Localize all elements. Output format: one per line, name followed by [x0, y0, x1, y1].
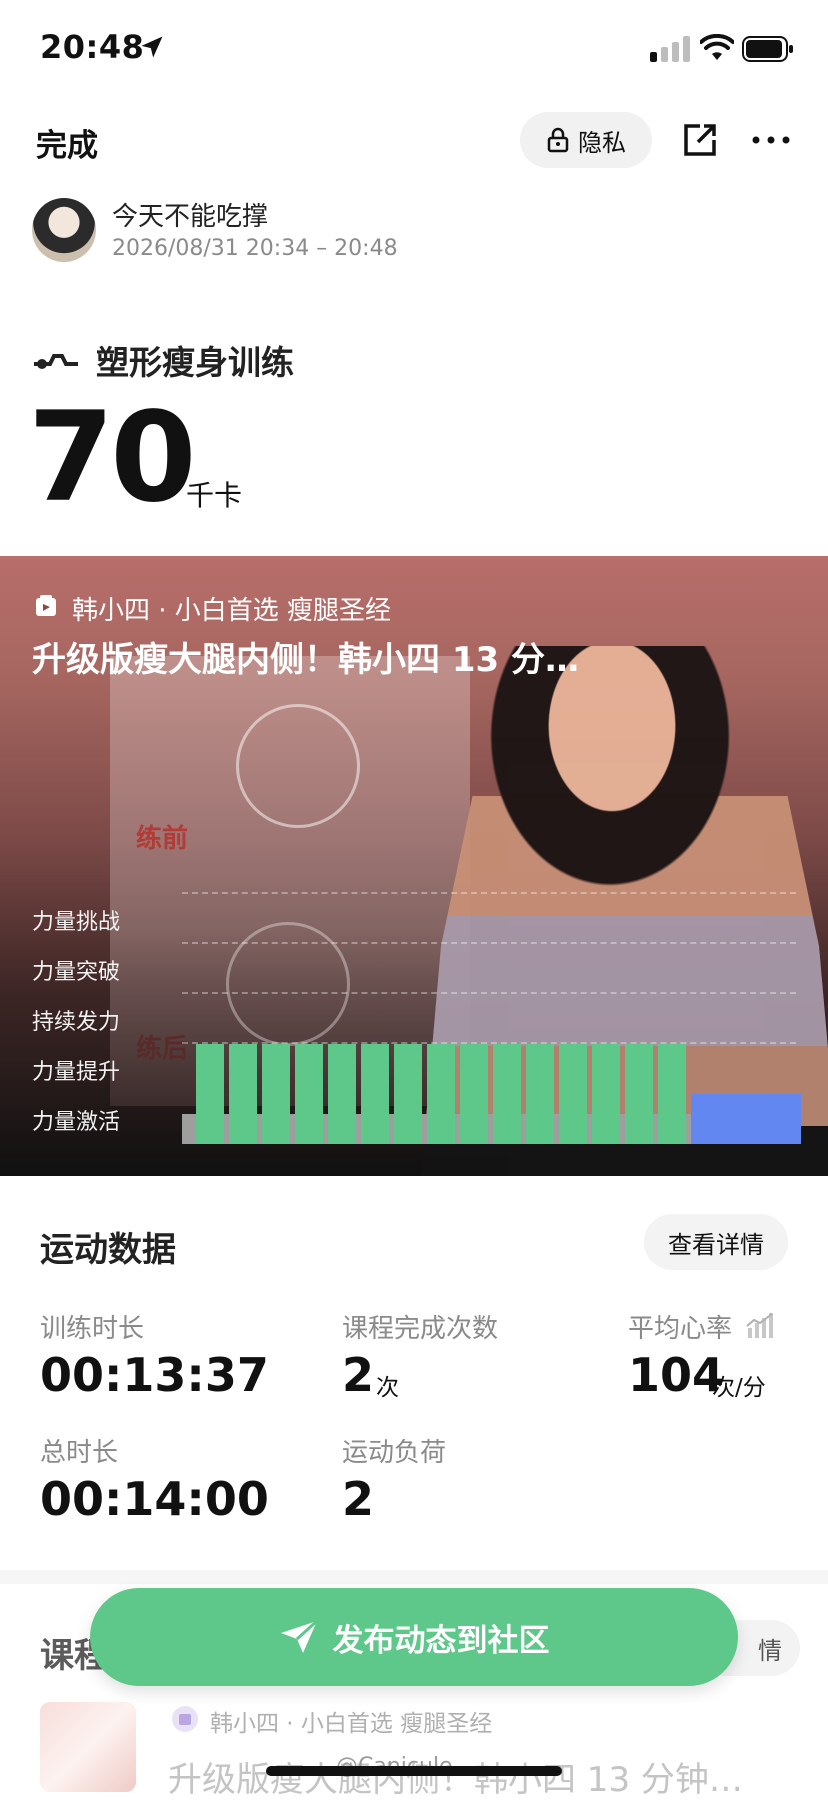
intensity-baseline — [182, 1114, 796, 1144]
privacy-label: 隐私 — [578, 128, 626, 157]
home-indicator[interactable] — [266, 1766, 562, 1776]
share-icon[interactable] — [680, 120, 720, 160]
cellular-signal-icon — [650, 36, 690, 62]
stat-value-total-duration: 00:14:00 — [40, 1472, 269, 1526]
course-list-title[interactable]: 升级版瘦大腿内侧！韩小四 13 分钟… — [168, 1752, 768, 1801]
heart-rate-chart-icon — [746, 1313, 773, 1338]
status-time: 20:48 — [40, 28, 145, 66]
level-label-activate: 力量激活 — [32, 1110, 121, 1135]
course-icon — [172, 1706, 198, 1732]
measuring-tape-after — [226, 922, 350, 1046]
stat-value-exercise-load: 2 — [342, 1472, 375, 1526]
battery-icon — [742, 36, 793, 62]
level-gridline — [182, 1042, 796, 1044]
stat-value-avg-heart-rate: 104 — [628, 1348, 725, 1402]
view-details-button[interactable]: 查看详情 — [644, 1214, 788, 1270]
course-meta: 韩小四 · 小白首选 瘦腿圣经 — [72, 596, 392, 626]
course-icon — [36, 595, 56, 616]
done-button[interactable]: 完成 — [36, 120, 98, 165]
send-icon — [280, 1619, 318, 1653]
level-label-challenge: 力量挑战 — [32, 910, 121, 935]
activity-name: 塑形瘦身训练 — [96, 343, 294, 382]
stat-unit-completions: 次 — [376, 1375, 399, 1401]
wifi-icon — [700, 34, 734, 60]
stat-unit-avg-heart-rate: 次/分 — [712, 1375, 766, 1401]
stats-title: 运动数据 — [40, 1230, 176, 1270]
stat-label-completions: 课程完成次数 — [342, 1314, 499, 1344]
stat-label-total-duration: 总时长 — [40, 1438, 119, 1468]
calories-value: 70 — [28, 386, 197, 530]
level-gridline — [182, 942, 796, 944]
stat-label-avg-heart-rate: 平均心率 — [628, 1314, 733, 1344]
before-label: 练前 — [136, 824, 189, 854]
level-label-sustained: 持续发力 — [32, 1010, 121, 1035]
avatar[interactable] — [32, 198, 96, 262]
lock-icon — [547, 127, 569, 153]
calories-unit: 千卡 — [186, 479, 243, 512]
location-arrow-icon — [141, 36, 163, 58]
course-thumbnail[interactable] — [40, 1702, 136, 1792]
stat-label-exercise-load: 运动负荷 — [342, 1438, 447, 1468]
level-label-breakthrough: 力量突破 — [32, 960, 121, 985]
course-list-meta: 韩小四 · 小白首选 瘦腿圣经 — [210, 1711, 493, 1737]
course-title[interactable]: 升级版瘦大腿内侧！韩小四 13 分… — [32, 632, 579, 681]
level-label-boost: 力量提升 — [32, 1060, 121, 1085]
publish-label: 发布动态到社区 — [332, 1622, 550, 1659]
level-gridline — [182, 892, 796, 894]
workout-datetime: 2026/08/31 20:34 – 20:48 — [112, 236, 398, 261]
measuring-tape-before — [236, 704, 360, 828]
stat-value-completions: 2 — [342, 1348, 375, 1402]
publish-to-community-button[interactable]: 发布动态到社区 — [90, 1588, 738, 1686]
training-icon — [34, 354, 78, 369]
stat-label-training-duration: 训练时长 — [40, 1314, 145, 1344]
more-icon[interactable] — [750, 122, 792, 158]
section-divider — [0, 1570, 828, 1584]
username: 今天不能吃撑 — [112, 202, 269, 232]
privacy-button[interactable]: 隐私 — [520, 112, 652, 168]
stat-value-training-duration: 00:13:37 — [40, 1348, 269, 1402]
after-label: 练后 — [136, 1034, 189, 1064]
level-gridline — [182, 992, 796, 994]
